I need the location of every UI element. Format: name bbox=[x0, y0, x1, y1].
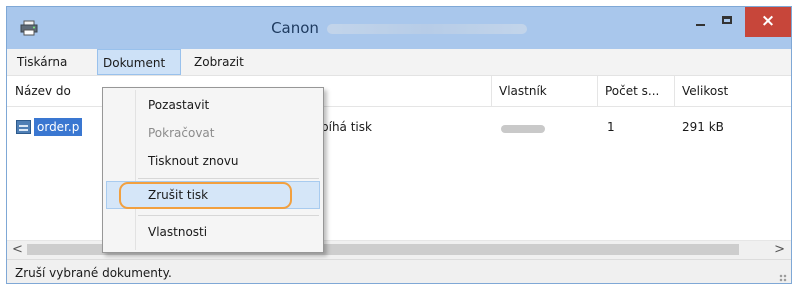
window-title: Canon bbox=[7, 19, 791, 37]
document-icon bbox=[16, 120, 31, 134]
column-divider[interactable] bbox=[491, 76, 492, 106]
menu-item-tisknout-znovu[interactable]: Tisknout znovu bbox=[148, 150, 239, 172]
document-pages: 1 bbox=[607, 120, 615, 134]
minimize-icon bbox=[696, 24, 705, 26]
menu-bar: Tiskárna Dokument Zobrazit bbox=[7, 49, 791, 76]
document-name[interactable]: order.p bbox=[34, 118, 83, 136]
column-header-size[interactable]: Velikost bbox=[682, 84, 728, 98]
resize-grip-icon[interactable] bbox=[779, 274, 787, 282]
column-divider[interactable] bbox=[597, 76, 598, 106]
document-size: 291 kB bbox=[682, 120, 724, 134]
menu-item-pozastavit[interactable]: Pozastavit bbox=[148, 94, 209, 116]
column-divider[interactable] bbox=[674, 76, 675, 106]
maximize-icon bbox=[722, 16, 732, 24]
column-header-owner[interactable]: Vlastník bbox=[499, 84, 547, 98]
maximize-button[interactable] bbox=[715, 7, 741, 37]
title-bar[interactable]: Canon × bbox=[7, 7, 791, 49]
menu-divider bbox=[138, 215, 319, 216]
column-header-pages[interactable]: Počet s... bbox=[605, 84, 659, 98]
menu-dokument[interactable]: Dokument bbox=[97, 49, 181, 75]
menu-gutter bbox=[135, 90, 136, 250]
printer-queue-window: Canon × Tiskárna Dokument Zobrazit Název… bbox=[6, 6, 792, 284]
scroll-right-icon[interactable]: > bbox=[774, 242, 785, 257]
close-icon: × bbox=[760, 11, 776, 31]
dokument-menu-dropdown: Pozastavit Pokračovat Tisknout znovu Zru… bbox=[102, 87, 324, 253]
menu-zobrazit[interactable]: Zobrazit bbox=[189, 49, 249, 75]
scroll-left-icon[interactable]: < bbox=[12, 242, 23, 257]
menu-tiskarna[interactable]: Tiskárna bbox=[12, 49, 72, 75]
minimize-button[interactable] bbox=[687, 7, 713, 37]
menu-item-vlastnosti[interactable]: Vlastnosti bbox=[148, 221, 207, 243]
window-title-text: Canon bbox=[271, 19, 319, 37]
callout-highlight-ring bbox=[119, 182, 292, 209]
status-text: Zruší vybrané dokumenty. bbox=[15, 266, 172, 280]
menu-divider bbox=[138, 178, 319, 179]
close-button[interactable]: × bbox=[745, 7, 791, 37]
document-status: bíhá tisk bbox=[321, 120, 372, 134]
redacted-owner bbox=[501, 125, 545, 133]
menu-item-pokracovat: Pokračovat bbox=[148, 126, 215, 140]
redacted-printer-name bbox=[326, 23, 527, 34]
status-bar: Zruší vybrané dokumenty. bbox=[7, 259, 791, 283]
column-header-name[interactable]: Název do bbox=[15, 84, 71, 98]
